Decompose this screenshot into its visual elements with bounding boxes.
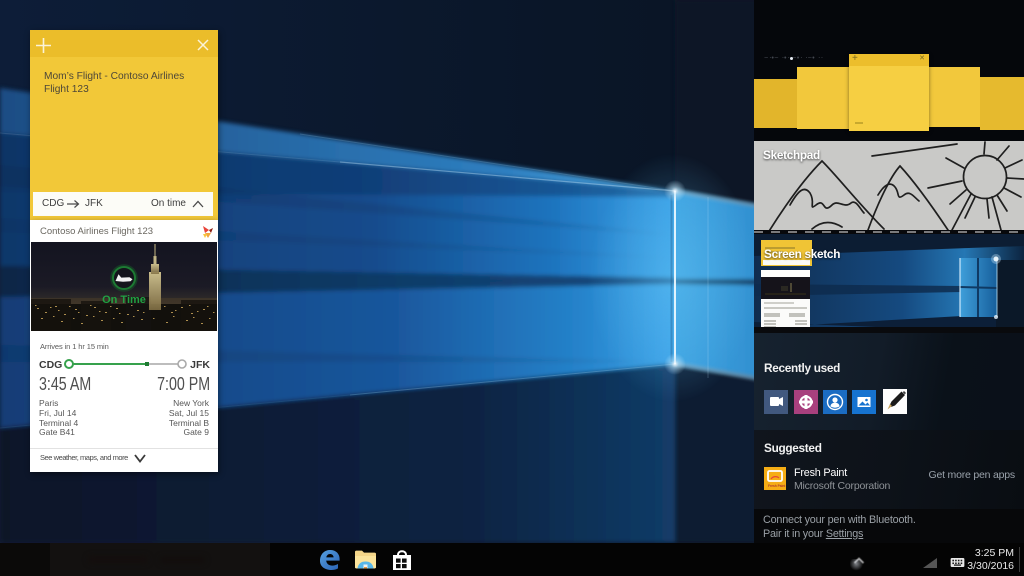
svg-text:CDG: CDG — [39, 359, 62, 371]
svg-text:JFK: JFK — [190, 359, 210, 371]
svg-text:On Time: On Time — [102, 294, 146, 306]
svg-text:Fresh Paint: Fresh Paint — [768, 484, 786, 488]
